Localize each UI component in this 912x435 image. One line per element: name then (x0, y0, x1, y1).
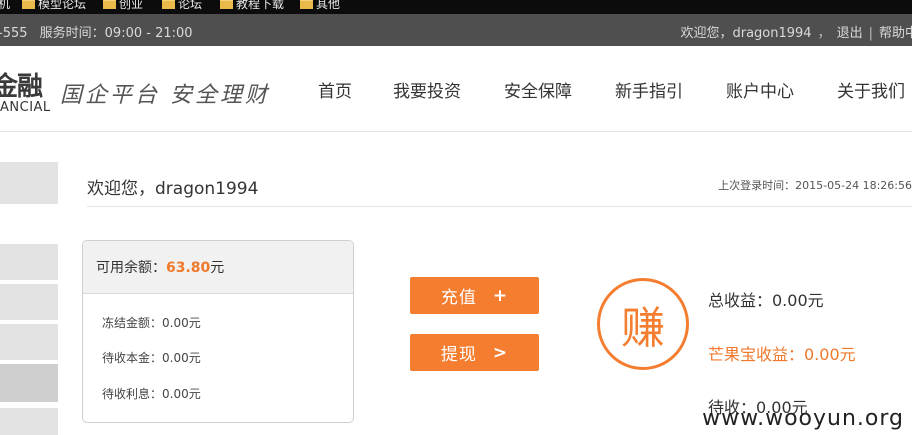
nav-security[interactable]: 安全保障 (504, 77, 572, 102)
available-label: 可用余额： (96, 260, 166, 276)
watermark: www.wooyun.org (702, 406, 904, 431)
top-info-bar: -555 服务时间：09:00 - 21:00 欢迎您，dragon1994 ， 退… (0, 14, 912, 46)
service-info: -555 服务时间：09:00 - 21:00 (0, 22, 193, 41)
bookmark-item[interactable]: 模型论坛 (22, 0, 86, 11)
withdraw-label: 提现 (440, 345, 477, 365)
pending-principal: 待收本金：0.00元 (102, 351, 201, 365)
folder-icon (300, 0, 313, 9)
separator: ， (817, 26, 831, 41)
chevron-right-icon: > (492, 342, 509, 363)
hotline-number: -555 (0, 26, 28, 41)
available-amount: 63.80 (166, 260, 211, 276)
user-links: 欢迎您，dragon1994 ， 退出 | 帮助中 (680, 22, 912, 41)
separator: | (868, 26, 873, 41)
sidebar-item[interactable] (0, 244, 58, 280)
service-hours: 服务时间：09:00 - 21:00 (39, 26, 193, 41)
nav-home[interactable]: 首页 (318, 77, 352, 102)
plus-icon: + (492, 285, 509, 306)
account-content: 欢迎您，dragon1994 上次登录时间：2015-05-24 18:26:5… (0, 132, 912, 435)
folder-icon (220, 0, 233, 9)
sidebar-item[interactable] (0, 324, 58, 360)
frozen-amount: 冻结金额：0.00元 (102, 316, 201, 330)
bookmark-item[interactable]: 创业 (103, 0, 143, 11)
earn-icon: 赚 (597, 278, 689, 370)
site-header: 金融 ANCIAL 国企平台 安全理财 首页 我要投资 安全保障 新手指引 账户… (0, 46, 912, 132)
withdraw-button[interactable]: 提现 > (410, 334, 539, 371)
sidebar-item[interactable] (0, 162, 58, 204)
bookmark-label: 模型论坛 (38, 0, 87, 11)
sidebar-item[interactable] (0, 408, 58, 435)
bookmark-label: 机 (0, 0, 11, 11)
bookmark-label: 论坛 (178, 0, 203, 11)
slogan: 国企平台 安全理财 (60, 83, 270, 108)
balance-panel: 可用余额：63.80元 冻结金额：0.00元 待收本金：0.00元 待收利息：0… (82, 240, 354, 423)
earn-char: 赚 (621, 303, 665, 354)
logo-subtitle: ANCIAL (0, 100, 51, 115)
last-login-time: 上次登录时间：2015-05-24 18:26:56 (718, 179, 912, 192)
folder-icon (103, 0, 116, 9)
topbar-greeting: 欢迎您，dragon1994 (680, 26, 812, 41)
bookmark-label: 创业 (119, 0, 144, 11)
logo-text[interactable]: 金融 (0, 66, 43, 103)
total-income: 总收益：0.00元 (708, 291, 824, 310)
pending-interest: 待收利息：0.00元 (102, 387, 201, 401)
nav-invest[interactable]: 我要投资 (393, 77, 461, 102)
logout-link[interactable]: 退出 (837, 26, 863, 41)
bookmark-label: 其他 (316, 0, 341, 11)
mango-income: 芒果宝收益：0.00元 (708, 345, 856, 364)
bookmark-item[interactable]: 教程下载 (220, 0, 284, 11)
bookmark-item[interactable]: 其他 (300, 0, 340, 11)
divider (87, 206, 912, 207)
bookmark-item[interactable]: 论坛 (162, 0, 202, 11)
available-unit: 元 (210, 260, 225, 276)
nav-account[interactable]: 账户中心 (726, 77, 794, 102)
bookmark-item[interactable]: 机 (0, 0, 10, 11)
recharge-button[interactable]: 充值 + (410, 277, 539, 314)
folder-icon (22, 0, 35, 9)
folder-icon (162, 0, 175, 9)
recharge-label: 充值 (440, 288, 477, 308)
bookmark-label: 教程下载 (236, 0, 285, 11)
nav-about[interactable]: 关于我们 (837, 77, 905, 102)
welcome-title: 欢迎您，dragon1994 (87, 179, 259, 199)
sidebar-item-active[interactable] (0, 364, 58, 402)
nav-guide[interactable]: 新手指引 (615, 77, 683, 102)
available-balance: 可用余额：63.80元 (83, 241, 353, 294)
bookmarks-bar: 机 模型论坛 创业 论坛 教程下载 其他 (0, 0, 912, 14)
help-link[interactable]: 帮助中 (879, 26, 912, 41)
sidebar-item[interactable] (0, 284, 58, 320)
